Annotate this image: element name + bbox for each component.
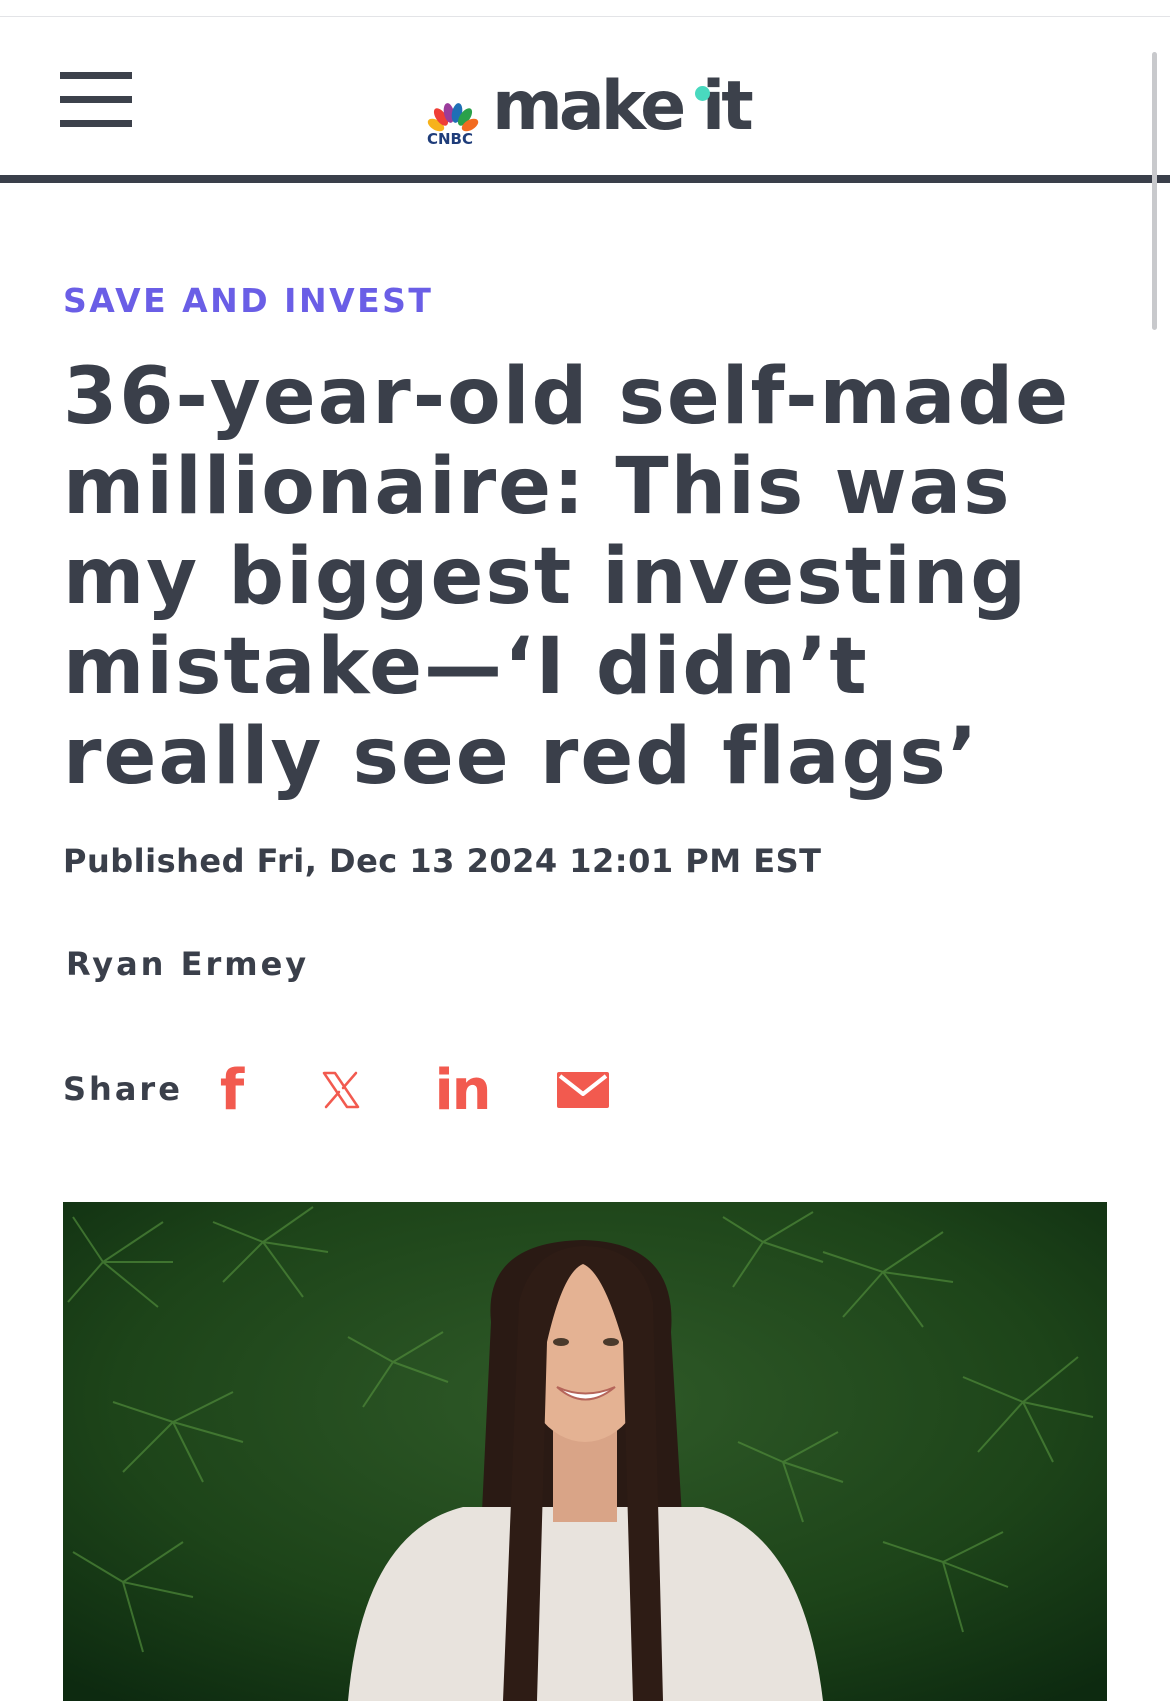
cnbc-wordmark: CNBC — [427, 130, 474, 148]
published-timestamp: Published Fri, Dec 13 2024 12:01 PM EST — [63, 842, 822, 880]
woman-in-front-of-pine-tree-photo — [63, 1202, 1107, 1701]
make-it-wordmark: make it — [492, 67, 754, 146]
cnbc-make-it-logo[interactable]: CNBC make it — [426, 61, 756, 151]
facebook-icon[interactable]: f — [212, 1058, 252, 1123]
site-header: CNBC make it — [0, 17, 1170, 177]
article-hero-photo — [63, 1202, 1107, 1701]
logo-accent-dot — [695, 86, 710, 101]
header-bottom-rule — [0, 175, 1170, 183]
email-icon[interactable] — [556, 1060, 610, 1120]
hamburger-menu-icon[interactable] — [60, 72, 132, 127]
scrollbar[interactable] — [1152, 52, 1157, 330]
x-icon[interactable] — [316, 1060, 366, 1120]
article-headline: 36-year-old self-made millionaire: This … — [63, 352, 1071, 802]
share-label: Share — [63, 1070, 183, 1108]
article-category-link[interactable]: SAVE AND INVEST — [63, 281, 433, 320]
linkedin-icon[interactable]: in — [432, 1058, 492, 1123]
author-name-link[interactable]: Ryan Ermey — [66, 945, 309, 983]
